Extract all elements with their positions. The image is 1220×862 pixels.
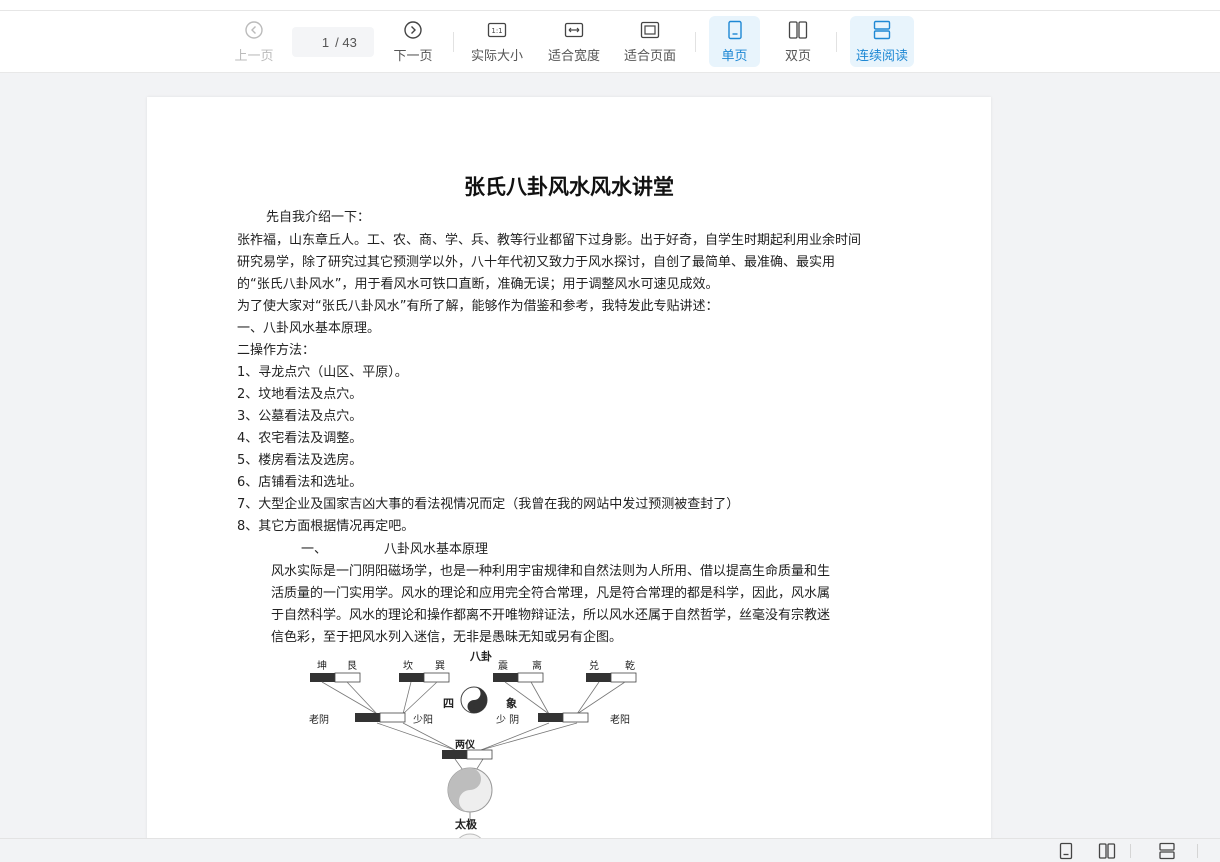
trigram-label: 巽 (435, 660, 445, 672)
continuous-read-label: 连续阅读 (855, 47, 908, 63)
doc-line: 二操作方法： (237, 343, 316, 358)
next-page-label: 下一页 (393, 47, 433, 63)
window-top-strip (0, 0, 1220, 11)
trigram-label: 坎 (403, 659, 413, 672)
sixiang-label: 四 (443, 697, 454, 710)
taiji-icon (447, 767, 493, 813)
bagua-diagram: 八卦 坤 艮 坎 巽 震 离 兑 乾 四 象 老阴 少阳 少 阴 老阳 两仪 太… (309, 650, 637, 850)
trigram-label: 离 (532, 659, 542, 672)
paragraph-line: 风水实际是一门阴阳磁场学，也是一种利用宇宙规律和自然法则为人所用、借以提高生命质… (271, 564, 831, 579)
xiang-box (379, 712, 406, 723)
doc-line: 1、寻龙点穴（山区、平原）。 (237, 365, 408, 380)
actual-size-button[interactable]: 1:1 实际大小 (466, 11, 528, 72)
xiang-box (538, 713, 563, 722)
paragraph-line: 于自然科学。风水的理论和操作都离不开唯物辩证法，所以风水还属于自然哲学，丝毫没有… (271, 608, 831, 623)
doc-line: 8、其它方面根据情况再定吧。 (237, 519, 415, 534)
double-page-label: 双页 (784, 47, 811, 63)
doc-line: 5、楼房看法及选房。 (237, 453, 363, 468)
paragraph-line: 活质量的一门实用学。风水的理论和应用完全符合常理，凡是符合常理的都是科学，因此，… (271, 586, 831, 601)
toolbar-divider (836, 32, 837, 52)
old-yang-label: 老阳 (610, 713, 630, 726)
fit-width-button[interactable]: 适合宽度 (543, 11, 605, 72)
old-yin-label: 老阴 (309, 713, 329, 726)
doc-line: 6、店铺看法和选址。 (237, 475, 363, 490)
trigram-label: 坤 (317, 659, 327, 672)
doc-line: 先自我介绍一下： (266, 210, 371, 225)
doc-line: 2、坟地看法及点穴。 (237, 387, 363, 402)
taiji-label: 太极 (454, 817, 478, 831)
single-page-icon[interactable] (1057, 842, 1075, 860)
prev-page-button[interactable]: 上一页 (228, 11, 280, 72)
continuous-read-icon[interactable] (1158, 842, 1176, 860)
section-number: 一、 (301, 542, 328, 557)
actual-size-icon: 1:1 (487, 22, 507, 37)
trigram-label: 震 (498, 660, 508, 672)
fit-width-label: 适合宽度 (547, 47, 600, 63)
liangyi-box (466, 749, 493, 760)
next-page-button[interactable]: 下一页 (387, 11, 439, 72)
prev-page-label: 上一页 (234, 47, 274, 63)
doc-line: 为了使大家对“张氏八卦风水”有所了解，能够作为借鉴和参考，我特发此专贴讲述： (237, 299, 719, 314)
doc-line: 4、农宅看法及调整。 (237, 431, 363, 446)
paragraph-line: 信色彩，至于把风水列入迷信，无非是愚昧无知或另有企图。 (271, 630, 623, 645)
doc-line: 的“张氏八卦风水”，用于看风水可铁口直断，准确无误；用于调整风水可速见成效。 (237, 277, 719, 292)
continuous-read-icon (873, 20, 891, 39)
status-divider (1130, 844, 1131, 858)
doc-line: 3、公墓看法及点穴。 (237, 409, 363, 424)
fit-page-label: 适合页面 (623, 47, 676, 63)
yin-yang-icon (460, 686, 488, 714)
liangyi-label: 两仪 (455, 739, 476, 751)
reader-toolbar: 上一页 / 43 下一页 1:1 实际大小 适合宽度 适合页面 单页 双页 连续… (0, 11, 1220, 73)
chevron-left-circle-icon (245, 20, 263, 39)
section-heading: 八卦风水基本原理 (384, 542, 489, 557)
doc-line: 张祚福，山东章丘人。工、农、商、学、兵、教等行业都留下过身影。出于好奇，自学生时… (237, 233, 862, 248)
doc-line: 一、八卦风水基本原理。 (237, 321, 381, 336)
document-title: 张氏八卦风水风水讲堂 (464, 175, 674, 199)
young-yin-label: 少 阴 (496, 714, 519, 726)
actual-size-label: 实际大小 (470, 47, 523, 63)
liangyi-box (442, 750, 467, 759)
xiang-box (562, 712, 589, 723)
continuous-read-button[interactable]: 连续阅读 (850, 16, 914, 67)
sixiang-label: 象 (506, 696, 517, 710)
bottom-status-bar (0, 838, 1220, 862)
bagua-label: 八卦 (469, 650, 492, 663)
actual-size-glyph: 1:1 (491, 27, 502, 35)
toolbar-divider (695, 32, 696, 52)
single-page-button[interactable]: 单页 (709, 16, 760, 67)
fit-width-icon (564, 22, 584, 37)
fit-page-button[interactable]: 适合页面 (619, 11, 681, 72)
trigram-label: 艮 (347, 660, 357, 672)
young-yang-label: 少阳 (413, 714, 433, 726)
page-number-input[interactable] (309, 34, 330, 50)
trigram-label: 乾 (625, 659, 635, 672)
status-divider (1197, 844, 1198, 858)
trigram-boxes (310, 672, 637, 683)
double-page-button[interactable]: 双页 (772, 11, 824, 72)
double-page-icon (788, 20, 808, 39)
page-total: / 43 (335, 34, 357, 50)
double-page-icon[interactable] (1098, 842, 1116, 860)
document-page: 张氏八卦风水风水讲堂 先自我介绍一下： 张祚福，山东章丘人。工、农、商、学、兵、… (147, 97, 991, 850)
trigram-label: 兑 (589, 659, 599, 672)
single-page-icon (727, 20, 742, 39)
xiang-box (355, 713, 380, 722)
single-page-label: 单页 (721, 47, 748, 63)
fit-page-icon (640, 21, 660, 38)
chevron-right-circle-icon (404, 20, 422, 39)
doc-line: 研究易学，除了研究过其它预测学以外，八十年代初又致力于风水探讨，自创了最简单、最… (237, 255, 836, 270)
doc-line: 7、大型企业及国家吉凶大事的看法视情况而定（我曾在我的网站中发过预测被查封了） (237, 497, 740, 512)
toolbar-divider (453, 32, 454, 52)
page-indicator: / 43 (292, 27, 374, 57)
